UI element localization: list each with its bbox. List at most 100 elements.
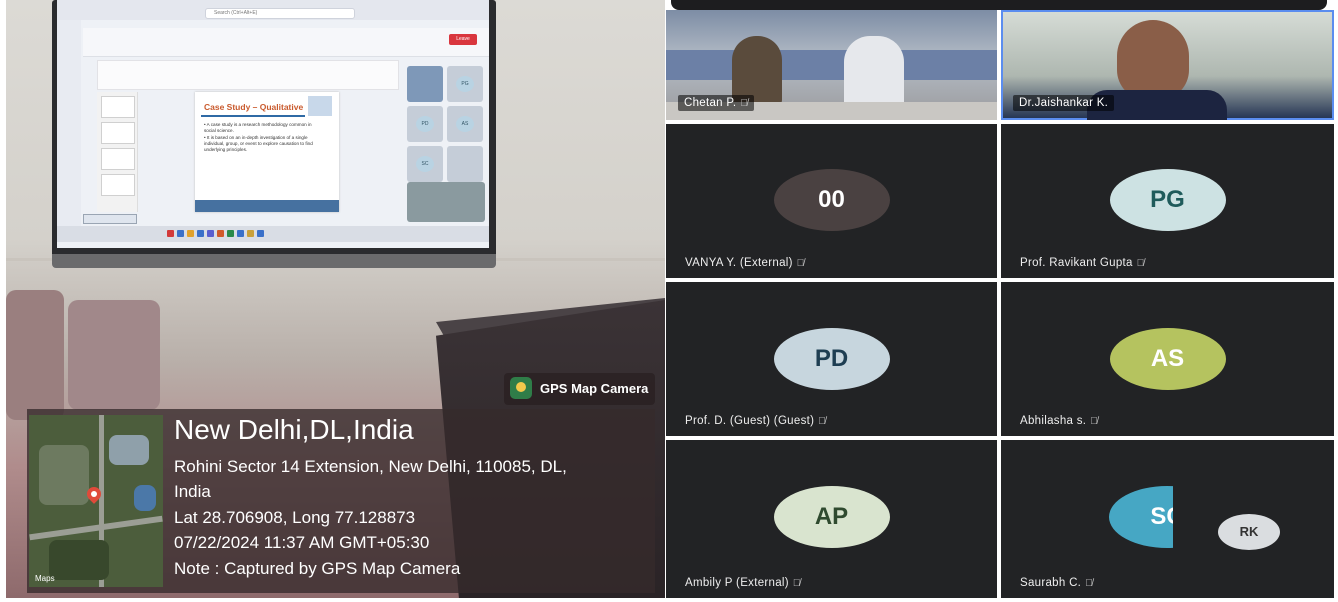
- taskbar-icon: [167, 230, 174, 237]
- slide-bullet: • It is based on an in-depth investigati…: [204, 134, 313, 153]
- taskbar-icon: [207, 230, 214, 237]
- map-building: [134, 485, 156, 511]
- screen-meeting-toolbar: [83, 28, 489, 57]
- screen-room-video: [407, 182, 485, 222]
- slide-body: • A case study is a research methodology…: [204, 122, 316, 153]
- slide-thumbnail: [101, 148, 135, 170]
- gps-camera-badge-label: GPS Map Camera: [540, 381, 649, 396]
- participant-video-tile[interactable]: Dr.Jaishankar K.: [1001, 10, 1334, 120]
- mic-off-icon: 🎙̸: [796, 258, 805, 269]
- mic-off-icon: 🎙̸: [792, 578, 801, 589]
- participant-tile[interactable]: AP Ambily P (External) 🎙̸: [666, 440, 997, 598]
- gps-city: New Delhi,DL,India: [174, 414, 414, 445]
- wall-monitor: Search (Ctrl+Alt+E) Leave Case Study – Q…: [52, 0, 496, 262]
- screen-ppt-ribbon: [97, 60, 399, 90]
- participant-name: VANYA Y. (External) 🎙̸: [685, 257, 805, 269]
- participant-person: [844, 36, 904, 108]
- slide-underline: [201, 115, 305, 117]
- screen-tile-avatar: PG: [456, 76, 474, 92]
- participant-tile[interactable]: 00 VANYA Y. (External) 🎙̸: [666, 124, 997, 278]
- gps-camera-badge: GPS Map Camera: [504, 373, 655, 405]
- participant-name: Dr.Jaishankar K.: [1013, 95, 1115, 111]
- participant-name: Chetan P. 🎙̸: [678, 95, 755, 111]
- taskbar-icon: [227, 230, 234, 237]
- monitor-bezel: [52, 254, 496, 268]
- meeting-top-bar: [671, 0, 1327, 10]
- screen-app-sidebar: [57, 20, 81, 230]
- map-trees: [49, 540, 109, 580]
- participant-name: Prof. D. (Guest) (Guest) 🎙̸: [685, 415, 827, 427]
- slide-bullet: • A case study is a research methodology…: [204, 122, 312, 134]
- gps-address-line: Rohini Sector 14 Extension, New Delhi, 1…: [174, 457, 567, 476]
- screen-slide: Case Study – Qualitative • A case study …: [195, 92, 339, 212]
- classroom-bench: [666, 50, 997, 80]
- screen-leave-button: Leave: [449, 34, 477, 45]
- participant-tile[interactable]: PG Prof. Ravikant Gupta 🎙̸: [1001, 124, 1334, 278]
- screen-tile: [447, 146, 483, 182]
- gps-coordinates: Lat 28.706908, Long 77.128873: [174, 508, 416, 527]
- participant-avatar: 00: [773, 169, 890, 231]
- screen-tile: PG: [447, 66, 483, 102]
- participant-tile[interactable]: SC RK Saurabh C.🎙̸: [1001, 440, 1334, 598]
- participant-avatar: AP: [773, 486, 890, 548]
- screen-slide-thumbnails: [97, 92, 138, 212]
- participant-name: Ambily P (External) 🎙̸: [685, 577, 801, 589]
- screen-tile: PD: [407, 106, 443, 142]
- participant-video-tile[interactable]: Chetan P. 🎙̸: [666, 10, 997, 120]
- screen-participant-tiles: PG PD AS SC: [407, 62, 485, 222]
- mic-off-icon: 🎙̸: [740, 98, 749, 109]
- meeting-grid: Chetan P. 🎙̸ Dr.Jaishankar K. 00 VANYA Y.…: [665, 0, 1338, 602]
- map-road: [29, 515, 163, 541]
- participant-tile[interactable]: AS Abhilasha s. 🎙̸: [1001, 282, 1334, 436]
- map-field: [39, 445, 89, 505]
- slide-title: Case Study – Qualitative: [204, 102, 304, 112]
- chair: [6, 290, 64, 420]
- slide-thumbnail: [101, 122, 135, 144]
- slide-thumbnail: [101, 96, 135, 118]
- mic-off-icon: 🎙̸: [1085, 578, 1093, 589]
- participant-name: Saurabh C. 🎙̸: [1020, 577, 1093, 589]
- taskbar-icon: [217, 230, 224, 237]
- map-building: [109, 435, 149, 465]
- screen-status-chip: [83, 214, 137, 224]
- participant-tile[interactable]: PD Prof. D. (Guest) (Guest) 🎙̸: [666, 282, 997, 436]
- screen-tile-avatar: PD: [416, 116, 434, 132]
- gps-datetime: 07/22/2024 11:37 AM GMT+05:30: [174, 533, 430, 552]
- maps-attribution: Maps: [35, 574, 55, 583]
- gps-map-thumbnail: Maps: [29, 415, 163, 587]
- taskbar-icon: [187, 230, 194, 237]
- mic-off-icon: 🎙̸: [818, 416, 827, 427]
- taskbar-icon: [237, 230, 244, 237]
- classroom-photo: Search (Ctrl+Alt+E) Leave Case Study – Q…: [6, 0, 665, 598]
- slide-footer: [195, 200, 339, 212]
- mic-off-icon: 🎙̸: [1136, 258, 1145, 269]
- participant-name: Prof. Ravikant Gupta 🎙̸: [1020, 257, 1145, 269]
- screen-tile: [407, 66, 443, 102]
- participant-avatar: PD: [773, 328, 890, 390]
- participant-overflow-avatar[interactable]: RK: [1218, 514, 1280, 550]
- participant-avatar: SC: [1109, 486, 1173, 548]
- slide-thumbnail: [101, 174, 135, 196]
- participant-avatar: AS: [1109, 328, 1226, 390]
- gps-note: Note : Captured by GPS Map Camera: [174, 559, 461, 578]
- taskbar-icon: [247, 230, 254, 237]
- screen-search-input: Search (Ctrl+Alt+E): [205, 8, 355, 19]
- participant-avatar: PG: [1109, 169, 1226, 231]
- screen-taskbar: [57, 226, 489, 242]
- taskbar-icon: [257, 230, 264, 237]
- gps-camera-app-icon: [510, 377, 532, 399]
- participant-avatar-clip: SC: [1109, 486, 1173, 548]
- gps-address-line: India: [174, 482, 211, 501]
- taskbar-icon: [177, 230, 184, 237]
- speaker-head: [1117, 20, 1189, 100]
- participant-name: Abhilasha s. 🎙̸: [1020, 415, 1099, 427]
- screen-tile: SC: [407, 146, 443, 182]
- taskbar-icon: [197, 230, 204, 237]
- teams-screen: Search (Ctrl+Alt+E) Leave Case Study – Q…: [57, 0, 489, 248]
- screen-tile: AS: [447, 106, 483, 142]
- screen-tile-avatar: AS: [456, 116, 474, 132]
- mic-off-icon: 🎙̸: [1090, 416, 1099, 427]
- gps-info-panel: Maps New Delhi,DL,India Rohini Sector 14…: [27, 409, 655, 593]
- chair: [68, 300, 160, 410]
- screen-tile-avatar: SC: [416, 156, 434, 172]
